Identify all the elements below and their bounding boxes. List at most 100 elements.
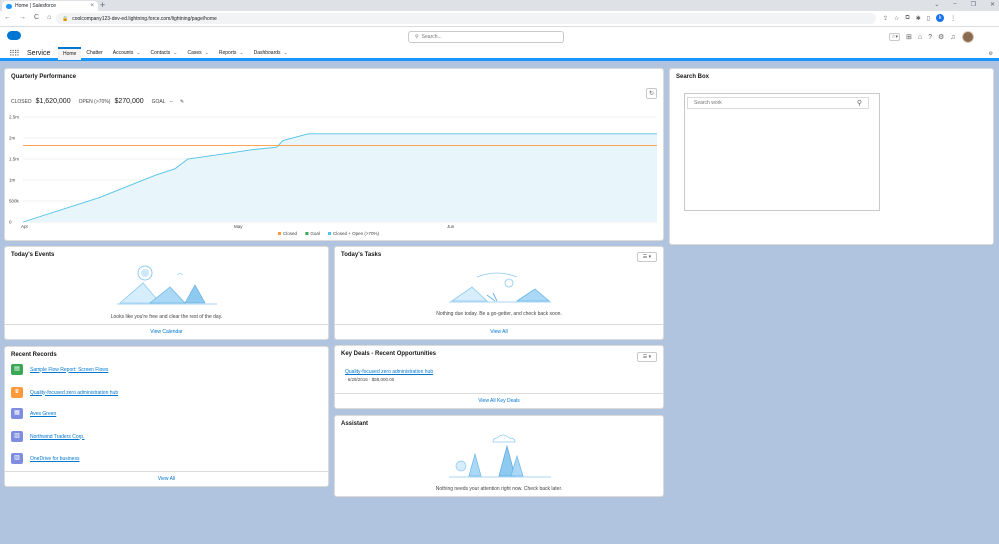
recent-records-card: Recent Records ▤ Sample Flow Report: Scr… (4, 346, 329, 487)
search-icon: ⚲ (856, 100, 862, 107)
recent-record-item[interactable]: ▥ OneDrive for business (11, 453, 79, 464)
nav-item-home[interactable]: Home (58, 47, 82, 60)
tab-search-icon[interactable]: ⌄ (934, 1, 939, 8)
contact-card-icon: ▦ (11, 408, 23, 419)
recent-record-item[interactable]: ▤ Sample Flow Report: Screen Flows (11, 364, 108, 375)
search-placeholder: Search... (421, 34, 442, 40)
close-window-icon[interactable]: ✕ (990, 1, 995, 8)
deals-filter-menu-button[interactable]: ☰ ▾ (637, 352, 657, 362)
setup-gear-icon[interactable]: ⚙ (938, 33, 944, 41)
search-work-input[interactable]: Search work ⚲ (687, 97, 869, 109)
legend-swatch (328, 232, 331, 235)
legend-swatch (305, 232, 309, 235)
extension-icon[interactable]: ⧉ (905, 15, 909, 22)
help-icon[interactable]: ? (928, 34, 932, 41)
salesforce-logo[interactable] (7, 31, 21, 40)
nav-label: Home (63, 51, 77, 57)
profile-avatar[interactable]: k (936, 14, 945, 22)
key-deals-card: Key Deals - Recent Opportunities ☰ ▾ Qua… (334, 345, 664, 409)
share-icon[interactable]: ⇪ (883, 15, 888, 22)
open-label: OPEN (>70%) (78, 99, 111, 105)
legend-swatch (278, 232, 281, 235)
browser-extension-icons: ⇪ ☆ ⧉ ✱ ▯ k ⋮ (883, 14, 956, 22)
goal-value: -- (169, 99, 173, 105)
refresh-icon[interactable]: ↻ (646, 88, 657, 99)
beach-illustration (449, 272, 551, 303)
view-all-records-link[interactable]: View All (5, 471, 328, 486)
nav-items: Home Chatter Accounts ⌄ Contacts ⌄ Cases ⌄ … (58, 47, 293, 60)
legend-label: Closed (283, 231, 298, 236)
nav-item-dashboards[interactable]: Dashboards ⌄ (249, 47, 293, 60)
empty-state-text: Nothing due today. Be a go-getter, and c… (436, 311, 562, 317)
open-value: $270,000 (114, 98, 144, 105)
tab-close-icon[interactable]: × (90, 3, 94, 9)
nav-label: Dashboards (253, 50, 281, 56)
favorites-icon[interactable]: ☆▾ (889, 33, 900, 41)
record-link[interactable]: Aves Green (30, 411, 56, 417)
puzzle-icon[interactable]: ✱ (916, 15, 921, 22)
app-launcher-icon[interactable]: ⠿⠿ (9, 49, 20, 58)
goal-label: GOAL (151, 99, 166, 105)
app-name: Service (27, 50, 51, 57)
chevron-down-icon[interactable]: ⌄ (173, 47, 177, 60)
tasks-filter-menu-button[interactable]: ☰ ▾ (637, 252, 657, 262)
tab-title: Home | Salesforce (15, 3, 57, 9)
closed-label: CLOSED (11, 99, 32, 105)
x-tick-label: May (234, 224, 243, 229)
recent-record-item[interactable]: ♛ Quality-focused zero administration hu… (11, 387, 118, 398)
y-tick-label: 2.5m (9, 115, 19, 120)
chevron-down-icon[interactable]: ⌄ (205, 47, 209, 60)
nav-label: Contacts (150, 50, 171, 56)
nav-item-chatter[interactable]: Chatter (81, 47, 107, 60)
reload-icon[interactable]: C (34, 14, 39, 21)
address-bar[interactable]: 🔒 coolcompany123-dev-ed.lightning.force.… (56, 13, 876, 24)
y-tick-label: 1.5m (9, 157, 19, 162)
home-icon[interactable]: ⌂ (47, 14, 51, 21)
recent-record-item[interactable]: ▥ Northwind Traders Corp. (11, 431, 84, 442)
browser-menu-icon[interactable]: ⋮ (950, 15, 956, 22)
forest-illustration (449, 434, 551, 478)
recent-record-item[interactable]: ▦ Aves Green (11, 408, 56, 419)
edit-page-gear-icon[interactable]: ⚙ (989, 51, 993, 57)
nav-item-contacts[interactable]: Contacts ⌄ (146, 47, 183, 60)
view-all-tasks-link[interactable]: View All (335, 324, 663, 339)
guidance-icon[interactable]: ⌂ (918, 34, 922, 41)
assistant-card: Assistant Nothing needs your attention r… (334, 415, 664, 497)
x-tick-label: Jun (447, 224, 455, 229)
view-all-key-deals-link[interactable]: View All Key Deals (335, 393, 663, 408)
global-search-input[interactable]: ⚲ Search... (408, 31, 564, 43)
view-calendar-link[interactable]: View Calendar (5, 324, 328, 339)
forward-icon[interactable]: → (19, 14, 26, 21)
restore-icon[interactable]: ❐ (971, 1, 976, 8)
notifications-bell-icon[interactable]: ♫ (950, 34, 955, 41)
record-link[interactable]: Quality-focused zero administration hub (30, 390, 118, 396)
quarterly-performance-card: Quarterly Performance ↻ CLOSED $1,620,00… (4, 68, 664, 241)
account-building-icon: ▥ (11, 431, 23, 442)
user-avatar[interactable] (961, 31, 974, 43)
record-link[interactable]: Sample Flow Report: Screen Flows (30, 367, 108, 373)
y-tick-label: 0 (9, 220, 12, 225)
browser-tab[interactable]: Home | Salesforce × (2, 1, 98, 11)
closed-open-area (23, 133, 657, 222)
empty-state-text: Looks like you're free and clear the res… (110, 314, 223, 320)
chevron-down-icon[interactable]: ⌄ (136, 47, 140, 60)
nav-item-cases[interactable]: Cases ⌄ (182, 47, 213, 60)
chevron-down-icon[interactable]: ⌄ (284, 47, 288, 60)
nav-item-reports[interactable]: Reports ⌄ (214, 47, 249, 60)
edit-goal-icon[interactable]: ✎ (180, 99, 184, 105)
global-actions-icon[interactable]: ⊞ (906, 33, 912, 41)
minimize-icon[interactable]: – (953, 1, 956, 8)
card-title: Recent Records (11, 352, 57, 358)
new-tab-button[interactable]: + (100, 1, 105, 10)
chevron-down-icon[interactable]: ⌄ (239, 47, 243, 60)
record-link[interactable]: OneDrive for business (30, 456, 79, 462)
nav-label: Cases (187, 50, 202, 56)
opportunity-link[interactable]: Quality-focused zero administration hub (345, 369, 433, 375)
legend-label: Goal (310, 231, 320, 236)
nav-item-accounts[interactable]: Accounts ⌄ (108, 47, 146, 60)
bookmark-star-icon[interactable]: ☆ (894, 15, 899, 22)
record-link[interactable]: Northwind Traders Corp. (30, 434, 84, 440)
opportunity-meta: · 6/29/2016 · $58,000.00 (345, 377, 395, 382)
sidebar-icon[interactable]: ▯ (927, 15, 930, 22)
back-icon[interactable]: ← (4, 14, 11, 21)
